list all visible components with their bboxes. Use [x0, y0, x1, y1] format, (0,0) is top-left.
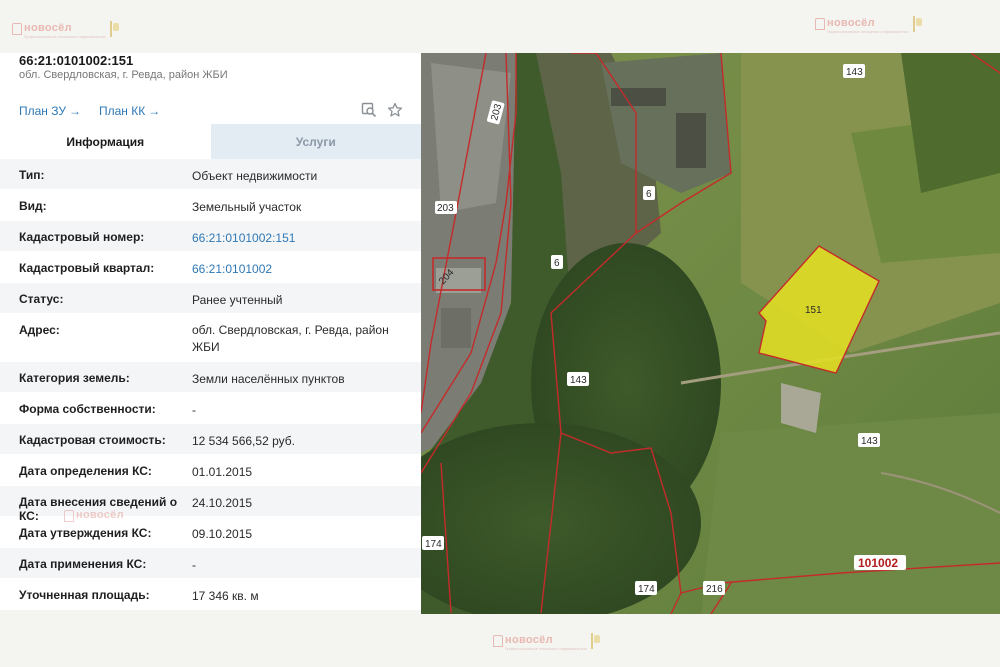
arrow-right-icon: → — [69, 104, 81, 118]
plan-kk-label: План КК — [99, 104, 146, 118]
watermark-word: новосёл — [76, 509, 124, 521]
row-value: 17 346 кв. м — [192, 589, 259, 603]
star-icon[interactable] — [387, 102, 403, 118]
watermark-sub: Профессиональные отношения с недвижимост… — [24, 35, 106, 39]
row-label: Вид: — [19, 199, 47, 213]
panel-tools — [361, 102, 403, 118]
row-label: Кадастровая стоимость: — [19, 433, 166, 447]
watermark-word: новосёл — [827, 17, 875, 29]
info-row-land-category: Категория земель: Земли населённых пункт… — [0, 362, 421, 393]
map-label: 6 — [554, 258, 560, 269]
info-row-type: Тип: Объект недвижимости — [0, 159, 421, 190]
info-row-address: Адрес: обл. Свердловская, г. Ревда, райо… — [0, 314, 421, 362]
map-building — [676, 113, 706, 168]
map-label: 174 — [638, 584, 655, 595]
row-value: Объект недвижимости — [192, 169, 318, 183]
info-row-status: Статус: Ранее учтенный — [0, 283, 421, 314]
plan-zu-label: План ЗУ — [19, 104, 66, 118]
info-row-cadastral-value: Кадастровая стоимость: 12 534 566,52 руб… — [0, 424, 421, 455]
row-value: Земли населённых пунктов — [192, 372, 345, 386]
map-label: 203 — [437, 203, 454, 214]
info-row-kind: Вид: Земельный участок — [0, 190, 421, 221]
row-label: Тип: — [19, 168, 45, 182]
row-value: - — [192, 558, 196, 572]
row-label: Дата определения КС: — [19, 464, 152, 478]
info-row-cadastral-number: Кадастровый номер: 66:21:0101002:151 — [0, 221, 421, 252]
row-value: Ранее учтенный — [192, 293, 283, 307]
watermark-years-icon — [110, 21, 120, 37]
row-label: Категория земель: — [19, 371, 130, 385]
map-label: 143 — [570, 375, 587, 386]
map-label: 6 — [646, 189, 652, 200]
row-value: 09.10.2015 — [192, 527, 253, 541]
row-label: Кадастровый номер: — [19, 230, 145, 244]
plan-kk-link[interactable]: План КК → — [99, 104, 160, 118]
tab-services[interactable]: Услуги — [210, 124, 421, 159]
map-field-southeast — [701, 413, 1000, 614]
map-industrial-building — [441, 308, 471, 348]
row-label: Кадастровый квартал: — [19, 261, 155, 275]
watermark-sub: Профессиональные отношения с недвижимост… — [827, 30, 909, 34]
info-row-ks-application-date: Дата применения КС: - — [0, 548, 421, 579]
info-row-area: Уточненная площадь: 17 346 кв. м — [0, 579, 421, 610]
info-row-ks-determination-date: Дата определения КС: 01.01.2015 — [0, 455, 421, 486]
info-table: Тип: Объект недвижимости Вид: Земельный … — [0, 159, 421, 610]
plan-zu-link[interactable]: План ЗУ → — [19, 104, 81, 118]
row-value: Земельный участок — [192, 200, 302, 214]
watermark-logo-bottom: новосёл Профессиональные отношения с недв… — [493, 633, 601, 651]
watermark-house-icon — [493, 635, 503, 647]
row-label: Уточненная площадь: — [19, 588, 150, 602]
search-map-icon[interactable] — [361, 102, 377, 118]
tab-information[interactable]: Информация — [0, 124, 211, 159]
map-canvas: 151 143 203 203 6 6 204 143 143 174 174 … — [421, 53, 1000, 614]
plan-links: План ЗУ → План КК → — [19, 104, 160, 118]
row-value: 12 534 566,52 руб. — [192, 434, 295, 448]
info-panel: 66:21:0101002:151 обл. Свердловская, г. … — [0, 53, 421, 610]
watermark-years-icon — [913, 16, 923, 32]
row-value: 01.01.2015 — [192, 465, 253, 479]
row-value: обл. Свердловская, г. Ревда, район ЖБИ — [192, 323, 389, 354]
object-address: обл. Свердловская, г. Ревда, район ЖБИ — [19, 69, 228, 81]
map-quarter-label: 101002 — [858, 556, 898, 570]
watermark-house-icon — [64, 510, 74, 522]
watermark-house-icon — [12, 23, 22, 35]
watermark-house-icon — [815, 18, 825, 30]
row-label: Адрес: — [19, 323, 60, 337]
cadastral-number-link[interactable]: 66:21:0101002:151 — [192, 221, 421, 251]
map-plot-label: 151 — [805, 305, 822, 316]
info-row-ownership: Форма собственности: - — [0, 393, 421, 424]
arrow-right-icon: → — [148, 104, 161, 118]
tab-bar: Информация Услуги — [0, 124, 421, 159]
row-value: 24.10.2015 — [192, 496, 253, 510]
map-label: 174 — [425, 539, 442, 550]
watermark-word: новосёл — [505, 634, 553, 646]
watermark-logo-top-right: новосёл Профессиональные отношения с недв… — [815, 16, 923, 34]
map-label: 143 — [846, 67, 863, 78]
cadastral-quarter-link[interactable]: 66:21:0101002 — [192, 252, 421, 282]
watermark-logo-panel: новосёл — [64, 508, 124, 522]
watermark-years-icon — [591, 633, 601, 649]
map-label: 216 — [706, 584, 723, 595]
cadastral-map[interactable]: 151 143 203 203 6 6 204 143 143 174 174 … — [421, 53, 1000, 614]
watermark-logo-top: новосёл Профессиональные отношения с недв… — [12, 21, 120, 39]
row-label: Дата применения КС: — [19, 557, 147, 571]
watermark-word: новосёл — [24, 22, 72, 34]
object-title: 66:21:0101002:151 — [19, 53, 134, 68]
watermark-sub: Профессиональные отношения с недвижимост… — [505, 647, 587, 651]
info-row-cadastral-quarter: Кадастровый квартал: 66:21:0101002 — [0, 252, 421, 283]
row-label: Статус: — [19, 292, 64, 306]
row-value: - — [192, 403, 196, 417]
map-building — [611, 88, 666, 106]
map-label: 143 — [861, 436, 878, 447]
row-label: Форма собственности: — [19, 402, 156, 416]
